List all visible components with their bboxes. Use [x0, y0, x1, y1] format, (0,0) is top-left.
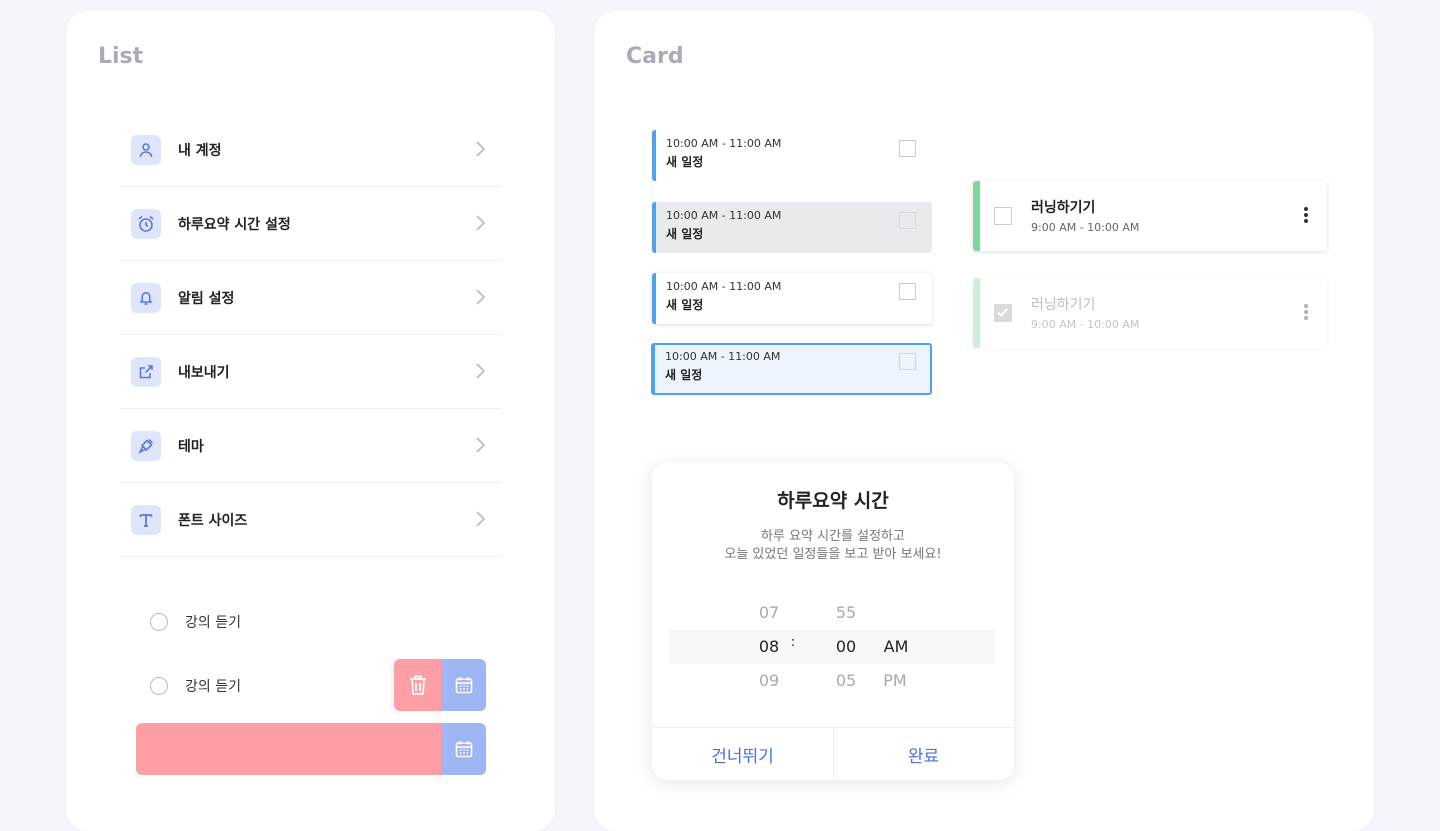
- schedule-card-raised[interactable]: 10:00 AM - 11:00 AM 새 일정: [652, 273, 932, 324]
- list-panel: List 내 계정 하루요약 시간 설정 알림 설정 내보내기 테마 폰트 사이…: [66, 11, 555, 831]
- chevron-right-icon: [476, 437, 485, 453]
- menu-item-label: 테마: [178, 438, 204, 455]
- settings-menu: 내 계정 하루요약 시간 설정 알림 설정 내보내기 테마 폰트 사이즈: [120, 113, 502, 557]
- dialog-description-line: 하루 요약 시간를 설정하고: [761, 529, 905, 544]
- dialog-description-line: 오늘 있었던 일정들을 보고 받아 보세요!: [724, 547, 942, 562]
- menu-item-theme[interactable]: 테마: [120, 409, 502, 483]
- ampm-selected[interactable]: AM: [876, 637, 916, 656]
- schedule-title: 새 일정: [665, 368, 703, 382]
- trash-icon: [409, 675, 426, 695]
- dialog-description: 하루 요약 시간를 설정하고 오늘 있었던 일정들을 보고 받아 보세요!: [652, 528, 1014, 564]
- paint-brush-icon: [131, 430, 161, 461]
- schedule-checkbox[interactable]: [899, 353, 916, 370]
- todo-item[interactable]: 강의 듣기: [150, 612, 241, 632]
- delete-swipe-bar[interactable]: [136, 723, 441, 775]
- todo-label: 강의 듣기: [185, 679, 241, 695]
- list-panel-title: List: [98, 44, 144, 69]
- alarm-clock-icon: [131, 208, 161, 239]
- calendar-icon: [455, 741, 472, 758]
- schedule-time: 10:00 AM - 11:00 AM: [666, 280, 782, 293]
- menu-item-label: 알림 설정: [178, 290, 235, 307]
- chevron-right-icon: [476, 363, 485, 379]
- menu-item-font-size[interactable]: 폰트 사이즈: [120, 483, 502, 557]
- daily-summary-time-dialog: 하루요약 시간 하루 요약 시간를 설정하고 오늘 있었던 일정들을 보고 받아…: [652, 462, 1014, 781]
- menu-item-label: 폰트 사이즈: [178, 512, 248, 529]
- menu-item-daily-summary-time[interactable]: 하루요약 시간 설정: [120, 187, 502, 261]
- external-link-icon: [131, 356, 161, 387]
- more-vertical-icon[interactable]: [1303, 207, 1309, 225]
- schedule-time: 10:00 AM - 11:00 AM: [665, 350, 781, 363]
- card-panel: Card 10:00 AM - 11:00 AM 새 일정 10:00 AM -…: [594, 11, 1374, 831]
- task-card-done[interactable]: 러닝하기기 9:00 AM - 10:00 AM: [973, 278, 1327, 348]
- skip-button[interactable]: 건너뛰기: [652, 728, 834, 781]
- delete-button[interactable]: [394, 659, 441, 711]
- card-panel-title: Card: [626, 44, 684, 69]
- hour-selected[interactable]: 08: [749, 637, 789, 656]
- dialog-footer: 건너뛰기 완료: [652, 727, 1014, 781]
- schedule-checkbox[interactable]: [899, 212, 916, 229]
- schedule-button[interactable]: [441, 723, 486, 775]
- task-time: 9:00 AM - 10:00 AM: [1031, 221, 1140, 234]
- time-separator: :: [790, 635, 796, 650]
- schedule-title: 새 일정: [666, 155, 704, 169]
- done-button[interactable]: 완료: [833, 728, 1014, 781]
- schedule-card-pressed[interactable]: 10:00 AM - 11:00 AM 새 일정: [652, 202, 932, 253]
- schedule-card-selected[interactable]: 10:00 AM - 11:00 AM 새 일정: [651, 343, 932, 395]
- todo-radio[interactable]: [150, 613, 168, 631]
- chevron-right-icon: [476, 141, 485, 157]
- ampm-option[interactable]: PM: [875, 671, 915, 690]
- todo-item[interactable]: 강의 듣기: [150, 676, 241, 696]
- schedule-button[interactable]: [441, 659, 486, 711]
- task-title: 러닝하기기: [1031, 297, 1096, 313]
- menu-item-export[interactable]: 내보내기: [120, 335, 502, 409]
- task-checkbox[interactable]: [994, 207, 1012, 225]
- font-size-icon: [131, 504, 161, 535]
- task-checkbox-checked[interactable]: [994, 304, 1012, 322]
- hour-option[interactable]: 07: [749, 603, 789, 622]
- menu-item-notification-settings[interactable]: 알림 설정: [120, 261, 502, 335]
- hour-option[interactable]: 09: [749, 671, 789, 690]
- menu-item-label: 하루요약 시간 설정: [178, 216, 291, 233]
- task-card[interactable]: 러닝하기기 9:00 AM - 10:00 AM: [973, 181, 1327, 251]
- more-vertical-icon[interactable]: [1303, 304, 1309, 322]
- chevron-right-icon: [476, 215, 485, 231]
- schedule-checkbox[interactable]: [899, 283, 916, 300]
- schedule-title: 새 일정: [666, 227, 704, 241]
- todo-radio[interactable]: [150, 677, 168, 695]
- schedule-title: 새 일정: [666, 298, 704, 312]
- minute-option[interactable]: 55: [826, 603, 866, 622]
- menu-item-my-account[interactable]: 내 계정: [120, 113, 502, 187]
- schedule-card[interactable]: 10:00 AM - 11:00 AM 새 일정: [652, 130, 932, 181]
- bell-icon: [131, 282, 161, 313]
- task-time: 9:00 AM - 10:00 AM: [1031, 318, 1140, 331]
- minute-option[interactable]: 05: [826, 671, 866, 690]
- chevron-right-icon: [476, 289, 485, 305]
- todo-label: 강의 듣기: [185, 615, 241, 631]
- task-title: 러닝하기기: [1031, 200, 1096, 216]
- minute-selected[interactable]: 00: [826, 637, 866, 656]
- schedule-time: 10:00 AM - 11:00 AM: [666, 209, 782, 222]
- user-icon: [131, 134, 161, 165]
- dialog-title: 하루요약 시간: [777, 490, 889, 512]
- menu-item-label: 내 계정: [178, 142, 222, 159]
- menu-item-label: 내보내기: [178, 364, 230, 381]
- calendar-icon: [455, 677, 472, 694]
- schedule-checkbox[interactable]: [899, 140, 916, 157]
- check-icon: [997, 308, 1008, 317]
- schedule-time: 10:00 AM - 11:00 AM: [666, 137, 782, 150]
- chevron-right-icon: [476, 511, 485, 527]
